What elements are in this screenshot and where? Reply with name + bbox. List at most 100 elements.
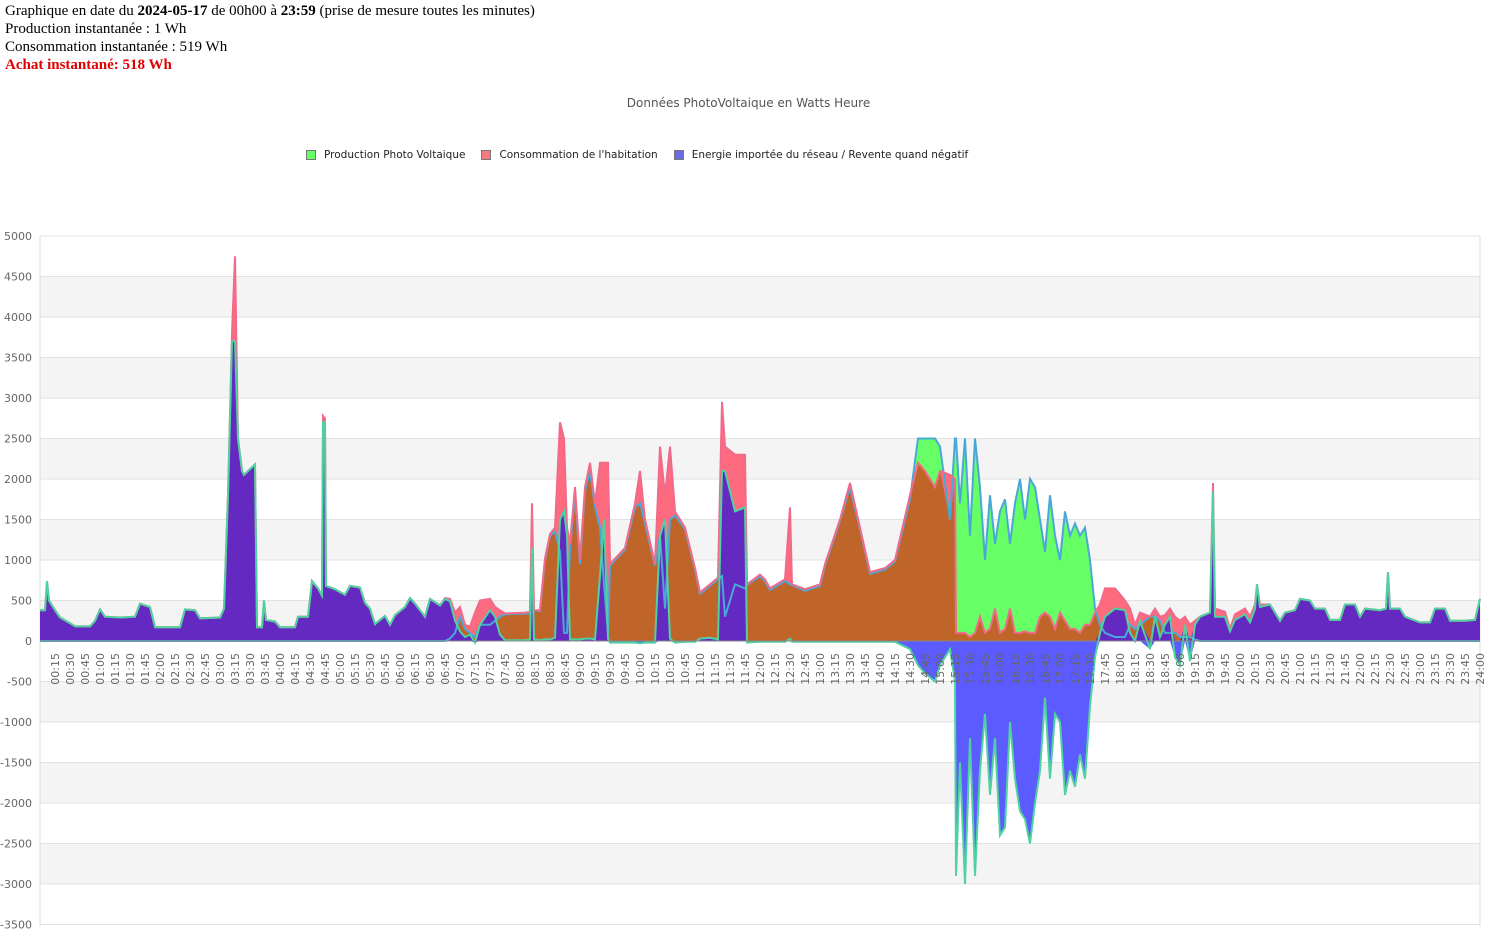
x-tick-label: 13:15 bbox=[829, 653, 842, 685]
x-tick-label: 19:45 bbox=[1219, 653, 1232, 685]
x-tick-label: 08:45 bbox=[559, 653, 572, 685]
x-tick-label: 13:45 bbox=[859, 653, 872, 685]
x-tick-label: 22:00 bbox=[1354, 653, 1367, 685]
energy-chart: 5000450040003500300025002000150010005000… bbox=[0, 230, 1487, 932]
y-tick-label: 3000 bbox=[4, 392, 32, 405]
y-tick-label: -3500 bbox=[0, 919, 32, 932]
y-tick-label: 5000 bbox=[4, 230, 32, 243]
x-tick-label: 21:00 bbox=[1294, 653, 1307, 685]
x-tick-label: 07:30 bbox=[484, 653, 497, 685]
x-tick-label: 23:00 bbox=[1414, 653, 1427, 685]
x-tick-label: 04:15 bbox=[289, 653, 302, 685]
x-tick-label: 09:00 bbox=[574, 653, 587, 685]
y-tick-label: 0 bbox=[25, 635, 32, 648]
x-tick-label: 15:00 bbox=[934, 653, 947, 685]
x-tick-label: 15:45 bbox=[979, 653, 992, 685]
x-tick-label: 13:30 bbox=[844, 653, 857, 685]
y-tick-label: 1000 bbox=[4, 554, 32, 567]
x-tick-label: 17:15 bbox=[1069, 653, 1082, 685]
x-tick-label: 10:45 bbox=[679, 653, 692, 685]
x-tick-label: 12:45 bbox=[799, 653, 812, 685]
y-tick-label: -3000 bbox=[0, 878, 32, 891]
x-tick-label: 23:45 bbox=[1459, 653, 1472, 685]
y-tick-label: -1500 bbox=[0, 757, 32, 770]
x-tick-label: 07:45 bbox=[499, 653, 512, 685]
x-tick-label: 23:30 bbox=[1444, 653, 1457, 685]
y-tick-label: 4500 bbox=[4, 271, 32, 284]
x-tick-label: 05:30 bbox=[364, 653, 377, 685]
x-tick-label: 20:15 bbox=[1249, 653, 1262, 685]
x-tick-label: 05:15 bbox=[349, 653, 362, 685]
x-tick-label: 06:30 bbox=[424, 653, 437, 685]
x-tick-label: 02:15 bbox=[169, 653, 182, 685]
x-tick-label: 03:30 bbox=[244, 653, 257, 685]
x-tick-label: 11:45 bbox=[739, 653, 752, 685]
x-tick-label: 01:30 bbox=[124, 653, 137, 685]
x-tick-label: 14:30 bbox=[904, 653, 917, 685]
x-tick-label: 02:45 bbox=[199, 653, 212, 685]
x-tick-label: 16:30 bbox=[1024, 653, 1037, 685]
x-tick-label: 17:30 bbox=[1084, 653, 1097, 685]
x-tick-label: 01:15 bbox=[109, 653, 122, 685]
y-tick-label: 2000 bbox=[4, 473, 32, 486]
x-tick-label: 16:45 bbox=[1039, 653, 1052, 685]
x-tick-label: 10:30 bbox=[664, 653, 677, 685]
x-tick-label: 00:45 bbox=[79, 653, 92, 685]
x-tick-label: 08:00 bbox=[514, 653, 527, 685]
x-tick-label: 01:45 bbox=[139, 653, 152, 685]
x-tick-label: 18:45 bbox=[1159, 653, 1172, 685]
x-tick-label: 20:45 bbox=[1279, 653, 1292, 685]
x-tick-label: 15:15 bbox=[949, 653, 962, 685]
grid-band bbox=[40, 276, 1480, 317]
x-tick-label: 06:15 bbox=[409, 653, 422, 685]
x-tick-label: 10:15 bbox=[649, 653, 662, 685]
x-tick-label: 02:00 bbox=[154, 653, 167, 685]
x-tick-label: 06:45 bbox=[439, 653, 452, 685]
x-tick-label: 05:00 bbox=[334, 653, 347, 685]
y-tick-label: -500 bbox=[7, 676, 32, 689]
x-tick-label: 15:30 bbox=[964, 653, 977, 685]
y-tick-label: 4000 bbox=[4, 311, 32, 324]
x-tick-label: 03:15 bbox=[229, 653, 242, 685]
x-tick-label: 20:00 bbox=[1234, 653, 1247, 685]
x-tick-label: 09:45 bbox=[619, 653, 632, 685]
x-tick-label: 06:00 bbox=[394, 653, 407, 685]
x-tick-label: 16:15 bbox=[1009, 653, 1022, 685]
x-tick-label: 10:00 bbox=[634, 653, 647, 685]
x-tick-label: 03:00 bbox=[214, 653, 227, 685]
x-tick-label: 17:45 bbox=[1099, 653, 1112, 685]
x-tick-label: 02:30 bbox=[184, 653, 197, 685]
x-tick-label: 03:45 bbox=[259, 653, 272, 685]
x-tick-label: 16:00 bbox=[994, 653, 1007, 685]
x-tick-label: 21:15 bbox=[1309, 653, 1322, 685]
x-tick-label: 11:00 bbox=[694, 653, 707, 685]
x-tick-label: 20:30 bbox=[1264, 653, 1277, 685]
x-tick-label: 09:30 bbox=[604, 653, 617, 685]
x-tick-label: 00:15 bbox=[49, 653, 62, 685]
grid-band bbox=[40, 681, 1480, 722]
x-tick-label: 21:30 bbox=[1324, 653, 1337, 685]
y-tick-label: 3500 bbox=[4, 352, 32, 365]
x-tick-label: 21:45 bbox=[1339, 653, 1352, 685]
y-tick-label: 2500 bbox=[4, 433, 32, 446]
x-tick-label: 04:45 bbox=[319, 653, 332, 685]
x-tick-label: 18:15 bbox=[1129, 653, 1142, 685]
x-tick-label: 19:30 bbox=[1204, 653, 1217, 685]
x-tick-label: 00:30 bbox=[64, 653, 77, 685]
grid-band bbox=[40, 843, 1480, 884]
x-tick-label: 17:00 bbox=[1054, 653, 1067, 685]
x-tick-label: 24:00 bbox=[1474, 653, 1487, 685]
x-tick-label: 18:30 bbox=[1144, 653, 1157, 685]
x-tick-label: 14:00 bbox=[874, 653, 887, 685]
x-tick-label: 12:00 bbox=[754, 653, 767, 685]
y-tick-label: -2000 bbox=[0, 797, 32, 810]
x-tick-label: 12:30 bbox=[784, 653, 797, 685]
x-tick-label: 11:30 bbox=[724, 653, 737, 685]
x-tick-label: 07:15 bbox=[469, 653, 482, 685]
x-tick-label: 01:00 bbox=[94, 653, 107, 685]
x-tick-label: 14:45 bbox=[919, 653, 932, 685]
x-tick-label: 14:15 bbox=[889, 653, 902, 685]
x-tick-label: 18:00 bbox=[1114, 653, 1127, 685]
x-tick-label: 08:15 bbox=[529, 653, 542, 685]
x-tick-label: 07:00 bbox=[454, 653, 467, 685]
